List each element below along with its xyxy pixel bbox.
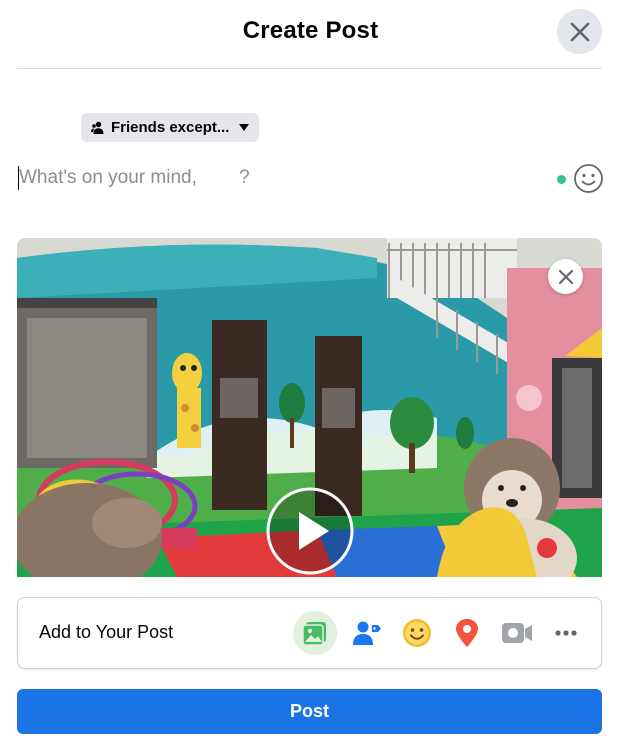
post-button[interactable]: Post	[17, 689, 602, 734]
close-icon	[570, 22, 589, 41]
tag-people-button[interactable]	[345, 611, 389, 655]
composer	[17, 163, 604, 194]
feeling-activity-icon	[403, 619, 431, 647]
emoji-icon[interactable]	[573, 163, 604, 194]
more-options-button[interactable]	[544, 611, 588, 655]
play-button[interactable]	[266, 487, 354, 575]
remove-media-button[interactable]	[548, 259, 583, 294]
dialog-title: Create Post	[242, 17, 379, 44]
post-text-input[interactable]	[17, 163, 537, 193]
live-video-button[interactable]	[495, 611, 539, 655]
live-video-icon	[502, 623, 532, 643]
photo-video-icon	[302, 622, 326, 646]
text-cursor	[18, 166, 19, 190]
add-to-post-label: Add to Your Post	[39, 622, 174, 642]
photo-video-button[interactable]	[293, 611, 337, 655]
check-in-icon	[456, 619, 478, 647]
more-icon	[555, 630, 577, 636]
dialog-header: Create Post	[0, 0, 621, 68]
status-dot	[557, 175, 566, 184]
audience-selector[interactable]: Friends except...	[81, 113, 259, 142]
tag-people-icon	[353, 621, 381, 645]
check-in-button[interactable]	[445, 611, 489, 655]
caret-down-icon	[239, 124, 250, 131]
add-to-post-panel: Add to Your Post	[17, 597, 602, 669]
close-icon	[558, 269, 573, 284]
close-button[interactable]	[557, 9, 602, 54]
header-divider	[17, 68, 602, 69]
friends-icon	[91, 121, 104, 134]
feeling-activity-button[interactable]	[395, 611, 439, 655]
audience-label: Friends except...	[111, 119, 230, 136]
